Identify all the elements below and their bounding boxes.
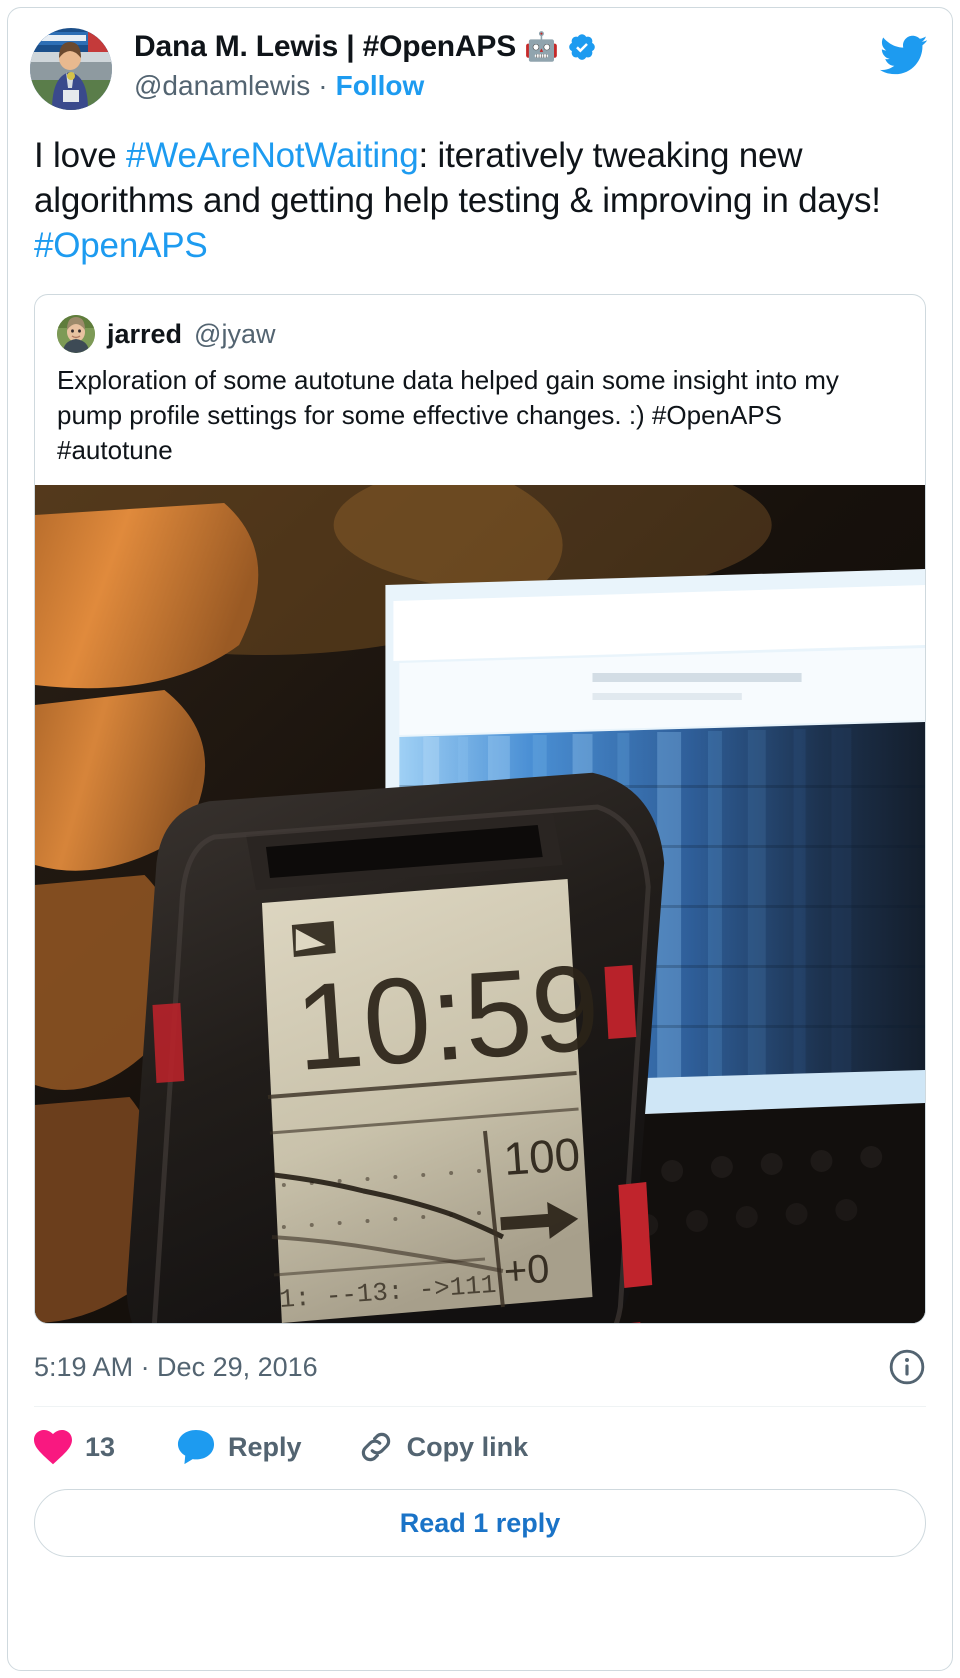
quoted-tweet-header: jarred @jyaw <box>35 295 925 354</box>
read-replies-button[interactable]: Read 1 reply <box>34 1489 926 1558</box>
avatar[interactable] <box>30 28 112 110</box>
twitter-bird-icon[interactable] <box>878 30 928 80</box>
quoted-tweet-media-photo[interactable]: 10:59 100 +0 1: --13: ->111 <box>35 485 925 1324</box>
copy-link-button[interactable]: Copy link <box>358 1429 529 1465</box>
quoted-avatar-image <box>57 315 95 354</box>
like-button[interactable]: 13 <box>34 1430 116 1465</box>
heart-icon <box>34 1430 72 1465</box>
robot-face-icon: 🤖 <box>524 31 559 63</box>
read-replies-container: Read 1 reply <box>8 1483 952 1583</box>
account-handle: @danamlewis <box>134 69 311 101</box>
handle-row: @danamlewis · Follow <box>134 69 597 103</box>
tweet-embed-card: Dana M. Lewis | #OpenAPS 🤖 @danamlewis ·… <box>7 7 953 1671</box>
pebble-watch-photo: 10:59 100 +0 1: --13: ->111 <box>35 485 925 1324</box>
hashtag-wearenotwaiting[interactable]: #WeAreNotWaiting <box>126 136 419 175</box>
like-count: 13 <box>85 1431 116 1462</box>
tweet-actions-row: 13 Reply Copy link <box>8 1407 952 1483</box>
quoted-handle: @jyaw <box>194 318 276 349</box>
reply-label: Reply <box>228 1431 302 1462</box>
tweet-body-text: I love #WeAreNotWaiting: iteratively twe… <box>8 110 952 268</box>
avatar-image <box>30 28 112 110</box>
tweet-header: Dana M. Lewis | #OpenAPS 🤖 @danamlewis ·… <box>8 8 952 110</box>
quoted-tweet-card[interactable]: jarred @jyaw Exploration of some autotun… <box>34 294 926 1325</box>
tweet-timestamp[interactable]: 5:19 AM · Dec 29, 2016 <box>34 1352 318 1383</box>
quoted-tweet-text: Exploration of some autotune data helped… <box>57 365 839 465</box>
info-circle-icon[interactable] <box>888 1348 926 1386</box>
reply-button[interactable]: Reply <box>177 1429 302 1465</box>
copy-link-label: Copy link <box>406 1431 529 1462</box>
header-names: Dana M. Lewis | #OpenAPS 🤖 @danamlewis ·… <box>134 28 597 102</box>
display-name: Dana M. Lewis | #OpenAPS <box>134 30 517 63</box>
follow-button[interactable]: Follow <box>336 69 425 103</box>
chain-link-icon <box>358 1429 394 1465</box>
verified-badge-icon <box>567 32 597 62</box>
speech-bubble-icon <box>177 1429 215 1465</box>
quoted-display-name: jarred <box>107 318 183 349</box>
display-name-row: Dana M. Lewis | #OpenAPS 🤖 <box>134 30 597 65</box>
separator-dot: · <box>318 69 328 101</box>
hashtag-openaps[interactable]: #OpenAPS <box>34 226 208 265</box>
tweet-text-segment-1: I love <box>34 136 126 175</box>
quoted-avatar[interactable] <box>57 315 95 354</box>
timestamp-row: 5:19 AM · Dec 29, 2016 <box>8 1324 952 1406</box>
